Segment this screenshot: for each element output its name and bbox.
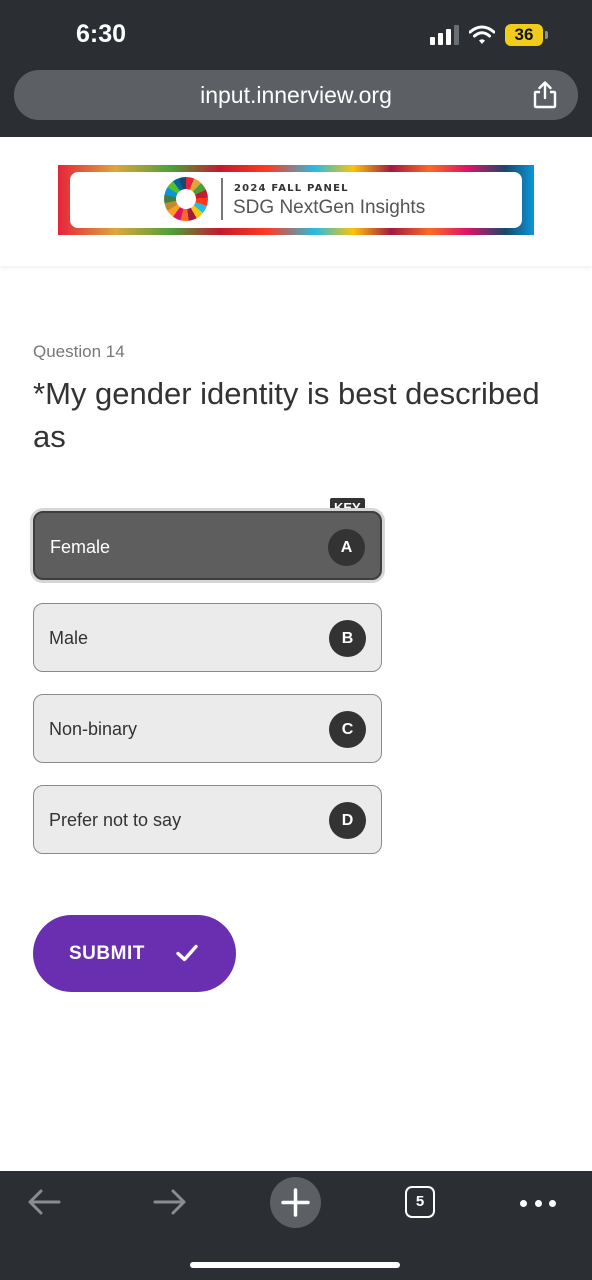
- option-female[interactable]: Female A: [33, 511, 382, 580]
- banner-content: 2024 FALL PANEL SDG NextGen Insights: [70, 172, 522, 228]
- option-key-badge: B: [329, 620, 366, 657]
- back-arrow-icon[interactable]: [26, 1187, 62, 1217]
- new-tab-button[interactable]: [270, 1177, 321, 1228]
- url-text: input.innerview.org: [200, 82, 392, 108]
- home-indicator: [190, 1262, 400, 1268]
- survey-header: 2024 FALL PANEL SDG NextGen Insights: [0, 140, 592, 266]
- option-male[interactable]: Male B: [33, 603, 382, 672]
- status-indicators: 36: [430, 22, 548, 48]
- question-number: Question 14: [33, 342, 125, 361]
- tab-count-button[interactable]: 5: [405, 1186, 435, 1218]
- option-prefer-not-to-say[interactable]: Prefer not to say D: [33, 785, 382, 854]
- forward-arrow-icon[interactable]: [152, 1187, 188, 1217]
- banner-title: SDG NextGen Insights: [233, 197, 426, 218]
- banner-image: 2024 FALL PANEL SDG NextGen Insights: [58, 165, 534, 235]
- option-label: Non-binary: [49, 719, 138, 739]
- question-text: *My gender identity is best described as: [33, 376, 540, 454]
- cellular-signal-icon: [430, 25, 459, 45]
- option-key-badge: D: [329, 802, 366, 839]
- submit-button[interactable]: SUBMIT: [33, 915, 236, 992]
- more-dots-icon[interactable]: [520, 1198, 556, 1208]
- status-time: 6:30: [76, 20, 127, 48]
- checkmark-icon: [176, 944, 198, 962]
- submit-label: SUBMIT: [69, 943, 145, 964]
- plus-icon: [281, 1188, 310, 1217]
- sdg-wheel-icon: [164, 177, 208, 221]
- option-key-badge: A: [328, 529, 365, 566]
- option-label: Prefer not to say: [49, 810, 182, 830]
- option-label: Male: [49, 628, 89, 648]
- banner-kicker: 2024 FALL PANEL: [234, 183, 349, 194]
- browser-top-bar: 6:30 36 input.innerview.org: [0, 0, 592, 137]
- option-key-badge: C: [329, 711, 366, 748]
- battery-level: 36: [505, 24, 543, 46]
- banner-divider: [221, 178, 223, 220]
- option-non-binary[interactable]: Non-binary C: [33, 694, 382, 763]
- wifi-icon: [469, 25, 495, 44]
- battery-icon: 36: [505, 24, 548, 46]
- share-icon[interactable]: [532, 81, 558, 109]
- address-bar[interactable]: input.innerview.org: [14, 70, 578, 120]
- option-label: Female: [50, 537, 111, 557]
